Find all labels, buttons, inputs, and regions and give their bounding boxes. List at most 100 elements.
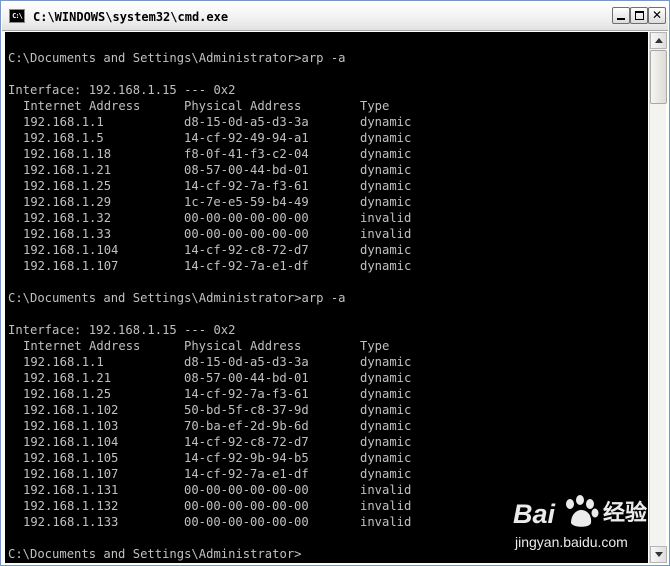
- ip-address-cell: 192.168.1.5: [23, 131, 104, 145]
- arp-table-row: 192.168.1.104 14-cf-92-c8-72-d7 dynamic: [8, 242, 648, 258]
- mac-address-cell: 00-00-00-00-00-00: [184, 211, 309, 225]
- mac-address-cell: 14-cf-92-c8-72-d7: [184, 435, 309, 449]
- ip-address-cell: 192.168.1.103: [23, 419, 119, 433]
- type-cell: Type: [360, 339, 390, 353]
- watermark-logo-text: Bai: [513, 499, 556, 529]
- type-cell: invalid: [360, 227, 412, 241]
- ip-address-cell: 192.168.1.107: [23, 259, 119, 273]
- maximize-icon: [635, 11, 644, 20]
- minimize-icon: [617, 18, 625, 20]
- command-prompt-line: C:\Documents and Settings\Administrator>…: [8, 291, 346, 305]
- ip-address-cell: 192.168.1.18: [23, 147, 112, 161]
- mac-address-cell: 08-57-00-44-bd-01: [184, 371, 309, 385]
- arp-table-row: 192.168.1.5 14-cf-92-49-94-a1 dynamic: [8, 130, 648, 146]
- arp-table-row: 192.168.1.1 d8-15-0d-a5-d3-3a dynamic: [8, 114, 648, 130]
- command-prompt-line: C:\Documents and Settings\Administrator>…: [8, 51, 346, 65]
- ip-address-cell: 192.168.1.1: [23, 355, 104, 369]
- mac-address-cell: 00-00-00-00-00-00: [184, 483, 309, 497]
- arp-table-row: 192.168.1.18 f8-0f-41-f3-c2-04 dynamic: [8, 146, 648, 162]
- arp-table-row: 192.168.1.32 00-00-00-00-00-00 invalid: [8, 210, 648, 226]
- ip-address-cell: 192.168.1.21: [23, 163, 112, 177]
- scroll-up-button[interactable]: [650, 32, 667, 49]
- baidu-jingyan-watermark: Bai 经验 jingyan.baidu.com: [513, 495, 651, 557]
- arrow-up-icon: [655, 38, 663, 43]
- close-icon: ✕: [651, 8, 663, 22]
- ip-address-cell: 192.168.1.131: [23, 483, 119, 497]
- arp-table-row: 192.168.1.104 14-cf-92-c8-72-d7 dynamic: [8, 434, 648, 450]
- ip-address-cell: 192.168.1.29: [23, 195, 112, 209]
- cmd-app-icon[interactable]: C:\: [9, 9, 25, 23]
- arp-table-row: 192.168.1.21 08-57-00-44-bd-01 dynamic: [8, 370, 648, 386]
- paw-icon: [566, 495, 599, 527]
- ip-address-cell: Internet Address: [23, 99, 141, 113]
- mac-address-cell: Physical Address: [184, 99, 302, 113]
- mac-address-cell: 14-cf-92-7a-f3-61: [184, 179, 309, 193]
- scroll-down-button[interactable]: [650, 546, 667, 563]
- mac-address-cell: 08-57-00-44-bd-01: [184, 163, 309, 177]
- ip-address-cell: 192.168.1.25: [23, 387, 112, 401]
- type-cell: invalid: [360, 515, 412, 529]
- arp-table-row: 192.168.1.103 70-ba-ef-2d-9b-6d dynamic: [8, 418, 648, 434]
- type-cell: dynamic: [360, 179, 412, 193]
- mac-address-cell: 14-cf-92-49-94-a1: [184, 131, 309, 145]
- mac-address-cell: Physical Address: [184, 339, 302, 353]
- mac-address-cell: 50-bd-5f-c8-37-9d: [184, 403, 309, 417]
- ip-address-cell: 192.168.1.107: [23, 467, 119, 481]
- arp-table-row: 192.168.1.107 14-cf-92-7a-e1-df dynamic: [8, 258, 648, 274]
- title-bar[interactable]: C:\ C:\WINDOWS\system32\cmd.exe ✕: [2, 2, 668, 31]
- type-cell: dynamic: [360, 435, 412, 449]
- mac-address-cell: f8-0f-41-f3-c2-04: [184, 147, 309, 161]
- type-cell: dynamic: [360, 467, 412, 481]
- mac-address-cell: 00-00-00-00-00-00: [184, 499, 309, 513]
- arp-table-header: Internet Address Physical Address Type: [8, 338, 648, 354]
- ip-address-cell: 192.168.1.33: [23, 227, 112, 241]
- ip-address-cell: 192.168.1.25: [23, 179, 112, 193]
- arp-table-row: 192.168.1.105 14-cf-92-9b-94-b5 dynamic: [8, 450, 648, 466]
- scroll-thumb[interactable]: [650, 50, 667, 104]
- arrow-down-icon: [655, 552, 663, 557]
- ip-address-cell: 192.168.1.104: [23, 243, 119, 257]
- arp-table-row: 192.168.1.25 14-cf-92-7a-f3-61 dynamic: [8, 386, 648, 402]
- interface-line: Interface: 192.168.1.15 --- 0x2: [8, 323, 236, 337]
- type-cell: dynamic: [360, 387, 412, 401]
- mac-address-cell: 14-cf-92-7a-e1-df: [184, 259, 309, 273]
- close-button[interactable]: ✕: [648, 7, 666, 24]
- window-title: C:\WINDOWS\system32\cmd.exe: [33, 10, 229, 24]
- type-cell: dynamic: [360, 371, 412, 385]
- type-cell: dynamic: [360, 195, 412, 209]
- mac-address-cell: 00-00-00-00-00-00: [184, 515, 309, 529]
- type-cell: dynamic: [360, 419, 412, 433]
- ip-address-cell: Internet Address: [23, 339, 141, 353]
- type-cell: Type: [360, 99, 390, 113]
- mac-address-cell: 14-cf-92-7a-f3-61: [184, 387, 309, 401]
- ip-address-cell: 192.168.1.105: [23, 451, 119, 465]
- ip-address-cell: 192.168.1.32: [23, 211, 112, 225]
- arp-table-header: Internet Address Physical Address Type: [8, 98, 648, 114]
- type-cell: dynamic: [360, 451, 412, 465]
- ip-address-cell: 192.168.1.133: [23, 515, 119, 529]
- console-output[interactable]: C:\Documents and Settings\Administrator>…: [5, 32, 648, 563]
- vertical-scrollbar[interactable]: [649, 32, 667, 563]
- minimize-button[interactable]: [612, 7, 630, 24]
- type-cell: dynamic: [360, 115, 412, 129]
- type-cell: dynamic: [360, 403, 412, 417]
- arp-table-row: 192.168.1.102 50-bd-5f-c8-37-9d dynamic: [8, 402, 648, 418]
- mac-address-cell: 14-cf-92-7a-e1-df: [184, 467, 309, 481]
- maximize-button[interactable]: [630, 7, 648, 24]
- type-cell: invalid: [360, 499, 412, 513]
- ip-address-cell: 192.168.1.132: [23, 499, 119, 513]
- type-cell: invalid: [360, 483, 412, 497]
- type-cell: dynamic: [360, 131, 412, 145]
- console-text: C:\Documents and Settings\Administrator>…: [8, 50, 648, 562]
- mac-address-cell: 00-00-00-00-00-00: [184, 227, 309, 241]
- mac-address-cell: 70-ba-ef-2d-9b-6d: [184, 419, 309, 433]
- watermark-url: jingyan.baidu.com: [515, 534, 628, 550]
- type-cell: invalid: [360, 211, 412, 225]
- arp-table-row: 192.168.1.33 00-00-00-00-00-00 invalid: [8, 226, 648, 242]
- ip-address-cell: 192.168.1.104: [23, 435, 119, 449]
- type-cell: dynamic: [360, 355, 412, 369]
- mac-address-cell: 1c-7e-e5-59-b4-49: [184, 195, 309, 209]
- arp-table-row: 192.168.1.29 1c-7e-e5-59-b4-49 dynamic: [8, 194, 648, 210]
